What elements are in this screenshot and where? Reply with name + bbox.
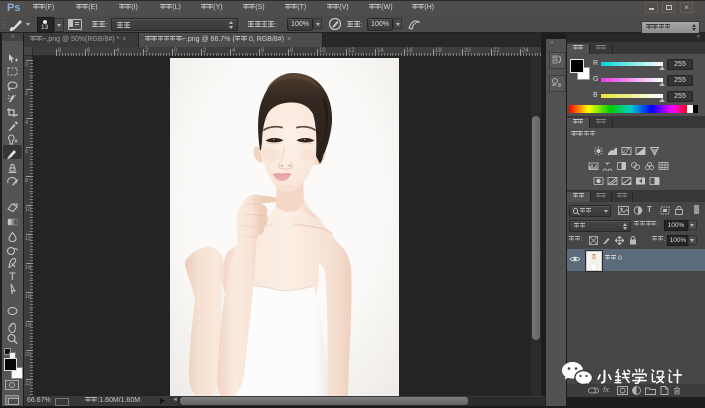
svg-text:T: T <box>9 271 16 281</box>
